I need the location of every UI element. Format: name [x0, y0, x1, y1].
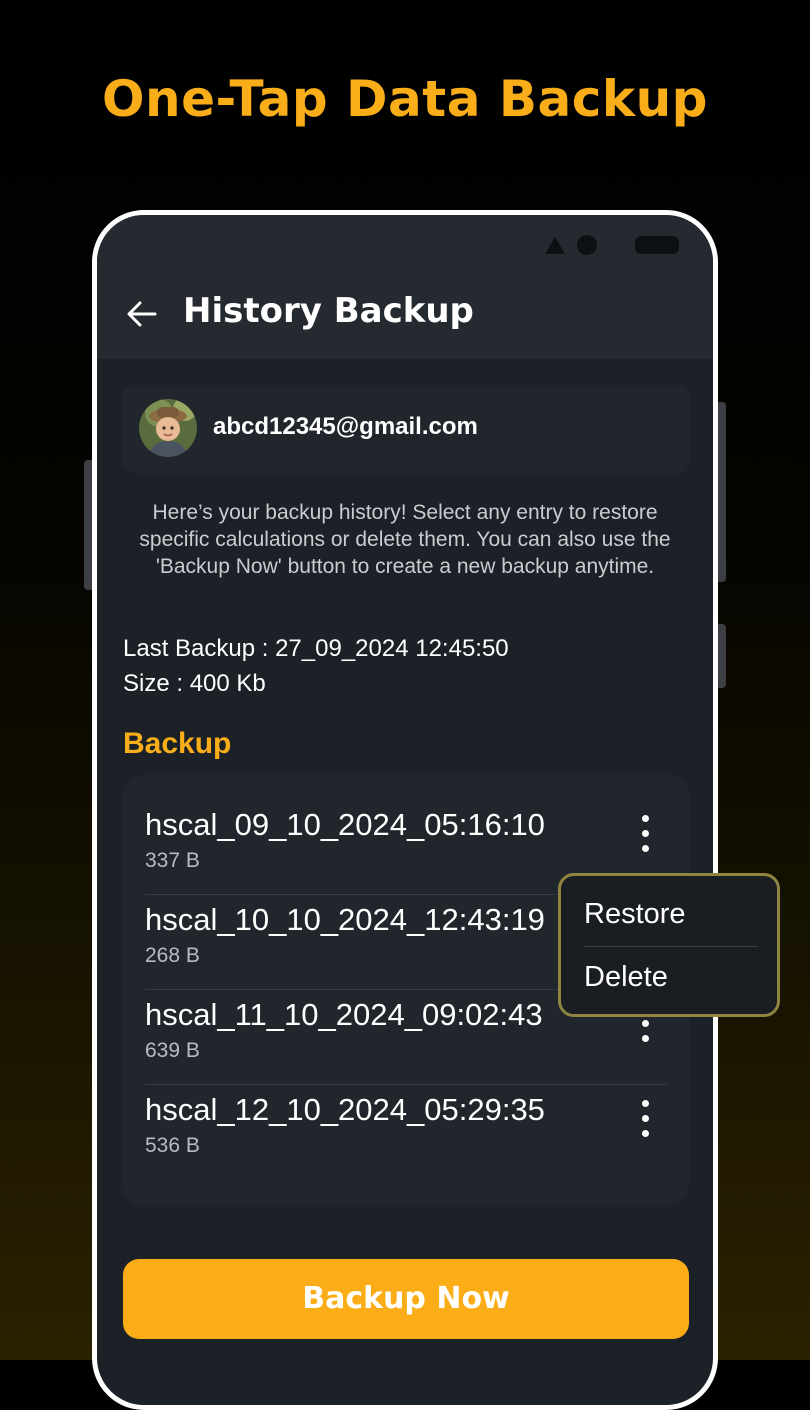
menu-item-delete[interactable]: Delete — [584, 961, 668, 994]
backup-file-name: hscal_11_10_2024_09:02:43 — [145, 997, 543, 1032]
backup-file-name: hscal_09_10_2024_05:16:10 — [145, 807, 545, 842]
app-screen: History Backup abcd12345@gmail.com Here’… — [97, 215, 713, 1405]
promo-headline: One-Tap Data Backup — [102, 70, 708, 128]
status-dot-icon — [577, 235, 597, 255]
last-backup-text: Last Backup : 27_09_2024 12:45:50 — [123, 635, 509, 662]
battery-icon — [635, 236, 679, 254]
more-vertical-icon[interactable] — [635, 815, 655, 859]
intro-text: Here’s your backup history! Select any e… — [139, 501, 671, 578]
account-email: abcd12345@gmail.com — [213, 413, 478, 440]
signal-triangle-icon — [545, 237, 565, 254]
list-item[interactable]: hscal_12_10_2024_05:29:35 536 B — [145, 1086, 667, 1180]
backup-file-size: 536 B — [145, 1134, 200, 1157]
section-title: Backup — [123, 727, 232, 760]
page-title: History Backup — [183, 291, 474, 331]
backup-file-size: 639 B — [145, 1039, 200, 1062]
menu-item-restore[interactable]: Restore — [584, 898, 686, 931]
backup-file-name: hscal_10_10_2024_12:43:19 — [145, 902, 545, 937]
list-divider — [145, 1084, 667, 1085]
avatar — [139, 399, 197, 457]
app-bar: History Backup — [97, 215, 713, 359]
account-card: abcd12345@gmail.com — [123, 385, 689, 473]
more-vertical-icon[interactable] — [635, 1100, 655, 1144]
arrow-left-icon[interactable] — [125, 297, 159, 331]
menu-divider — [584, 946, 758, 947]
backup-size-text: Size : 400 Kb — [123, 670, 266, 697]
phone-frame: History Backup abcd12345@gmail.com Here’… — [92, 210, 718, 1410]
backup-now-button[interactable]: Backup Now — [123, 1259, 689, 1339]
backup-file-size: 268 B — [145, 944, 200, 967]
backup-file-name: hscal_12_10_2024_05:29:35 — [145, 1092, 545, 1127]
context-menu: Restore Delete — [558, 873, 780, 1017]
backup-file-size: 337 B — [145, 849, 200, 872]
